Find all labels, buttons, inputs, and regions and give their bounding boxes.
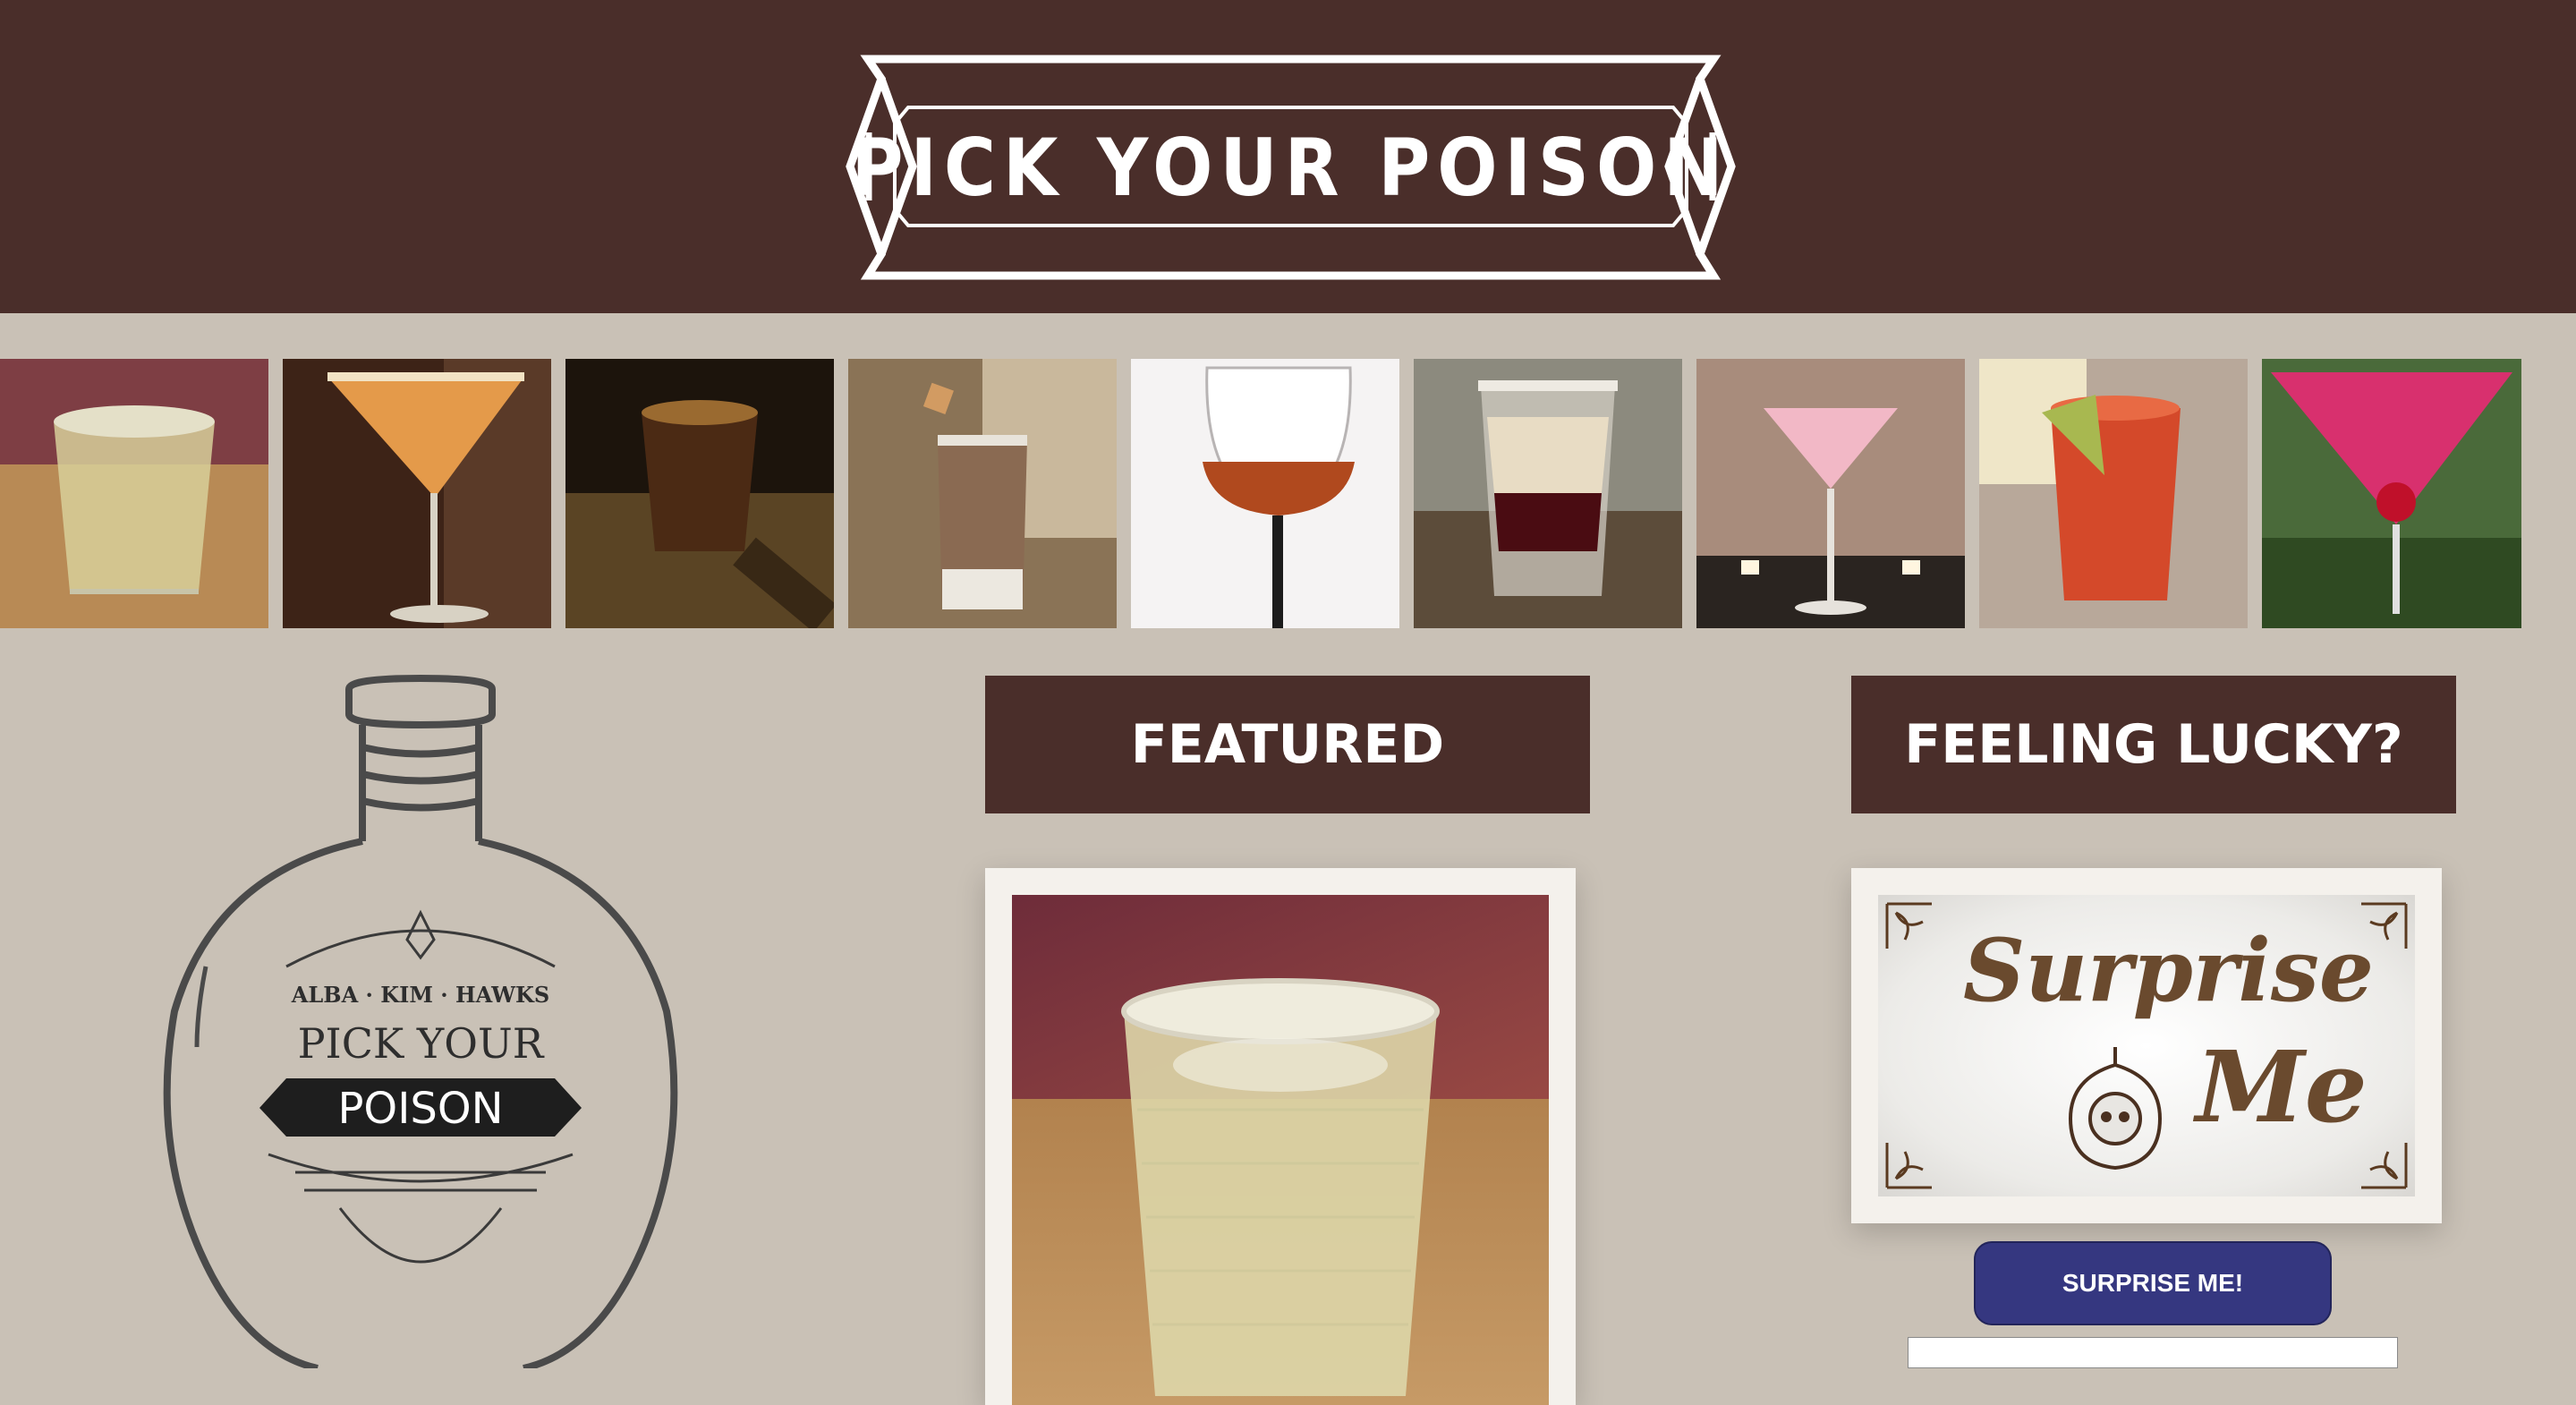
- featured-heading: FEATURED: [985, 676, 1590, 813]
- logo-line2: POISON: [337, 1084, 503, 1134]
- gallery-item-whiskey-tumbler[interactable]: [0, 359, 268, 628]
- drink-gallery: [0, 359, 2576, 628]
- logo-line1: PICK YOUR: [298, 1019, 545, 1068]
- potion-bottle-icon: ALBA · KIM · HAWKS PICK YOUR POISON: [163, 674, 678, 1372]
- site-title: PICK YOUR POISON: [851, 121, 1730, 214]
- featured-drink-image[interactable]: [1012, 895, 1549, 1405]
- surprise-word: Surprise: [1963, 920, 2374, 1021]
- gallery-item-dark-shot[interactable]: [565, 359, 834, 628]
- gallery-item-cherry-martini[interactable]: [2262, 359, 2521, 628]
- title-banner: PICK YOUR POISON: [846, 52, 1736, 283]
- gallery-item-orange-martini[interactable]: [283, 359, 551, 628]
- gallery-item-cream-shot[interactable]: [848, 359, 1117, 628]
- surprise-me-button[interactable]: SURPRISE ME!: [1974, 1241, 2332, 1325]
- gallery-item-red-highball[interactable]: [1979, 359, 2248, 628]
- logo-names: ALBA · KIM · HAWKS: [291, 982, 549, 1008]
- gallery-item-pink-martini[interactable]: [1696, 359, 1965, 628]
- surprise-card[interactable]: Surprise Me: [1851, 868, 2442, 1223]
- gallery-item-red-wine[interactable]: [1131, 359, 1399, 628]
- logo-bottle: ALBA · KIM · HAWKS PICK YOUR POISON: [161, 671, 698, 1372]
- featured-card[interactable]: [985, 868, 1576, 1405]
- gallery-item-layered-shot[interactable]: [1414, 359, 1682, 628]
- me-word: Me: [2196, 1029, 2368, 1145]
- feeling-lucky-heading: FEELING LUCKY?: [1851, 676, 2456, 813]
- surprise-me-image[interactable]: Surprise Me: [1878, 895, 2415, 1196]
- site-header: PICK YOUR POISON: [0, 0, 2576, 313]
- surprise-result-box[interactable]: [1908, 1337, 2398, 1368]
